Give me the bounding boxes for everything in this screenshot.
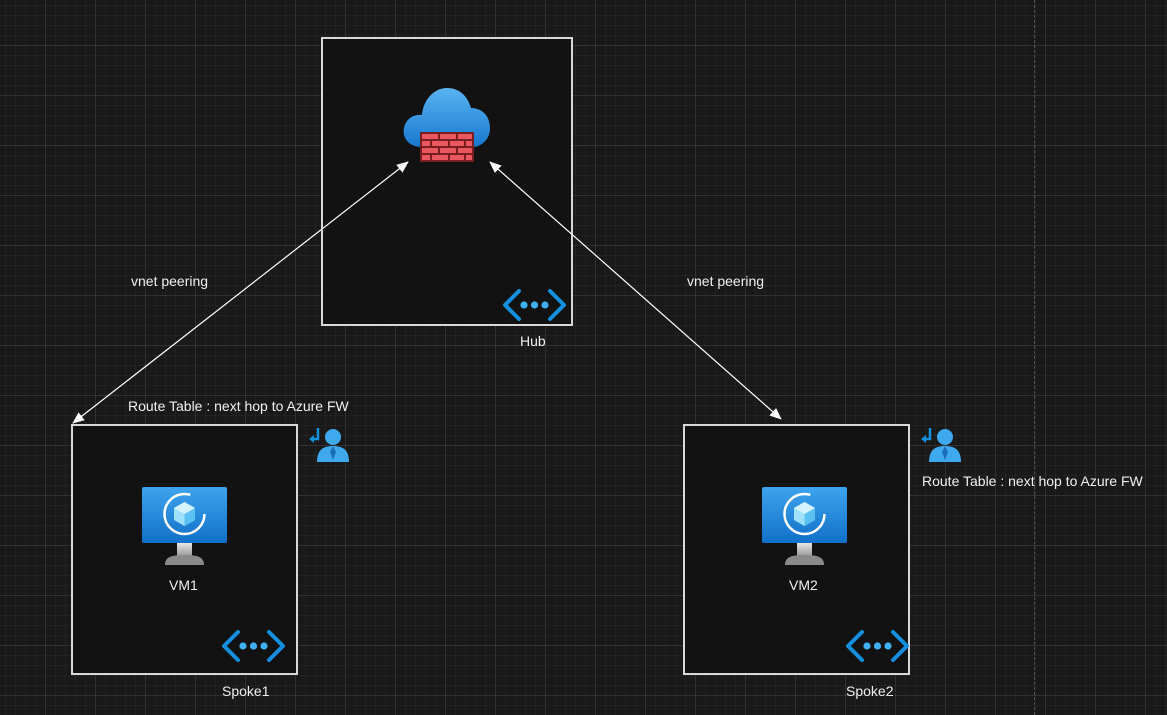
page-boundary-line <box>1034 0 1035 715</box>
edge-label-hub-spoke2: vnet peering <box>687 273 765 289</box>
edge-label-spoke1-hub: vnet peering <box>131 273 209 289</box>
hub-label: Hub <box>520 333 546 349</box>
azure-firewall-icon[interactable] <box>400 85 492 165</box>
spoke2-route-table-label: Route Table : next hop to Azure FW <box>922 473 1143 489</box>
spoke2-virtual-network-icon <box>846 630 909 662</box>
spoke2-label: Spoke2 <box>846 683 894 699</box>
vm2-virtual-machine-icon[interactable] <box>761 486 848 566</box>
spoke1-virtual-network-icon <box>222 630 285 662</box>
hub-vnet-box[interactable] <box>321 37 573 326</box>
spoke2-route-table-icon[interactable] <box>921 426 963 464</box>
vm2-label: VM2 <box>789 577 818 593</box>
hub-virtual-network-icon <box>503 289 566 321</box>
spoke1-route-table-icon[interactable] <box>309 426 351 464</box>
vm1-label: VM1 <box>169 577 198 593</box>
spoke1-route-table-label: Route Table : next hop to Azure FW <box>128 398 349 414</box>
spoke1-label: Spoke1 <box>222 683 270 699</box>
vm1-virtual-machine-icon[interactable] <box>141 486 228 566</box>
